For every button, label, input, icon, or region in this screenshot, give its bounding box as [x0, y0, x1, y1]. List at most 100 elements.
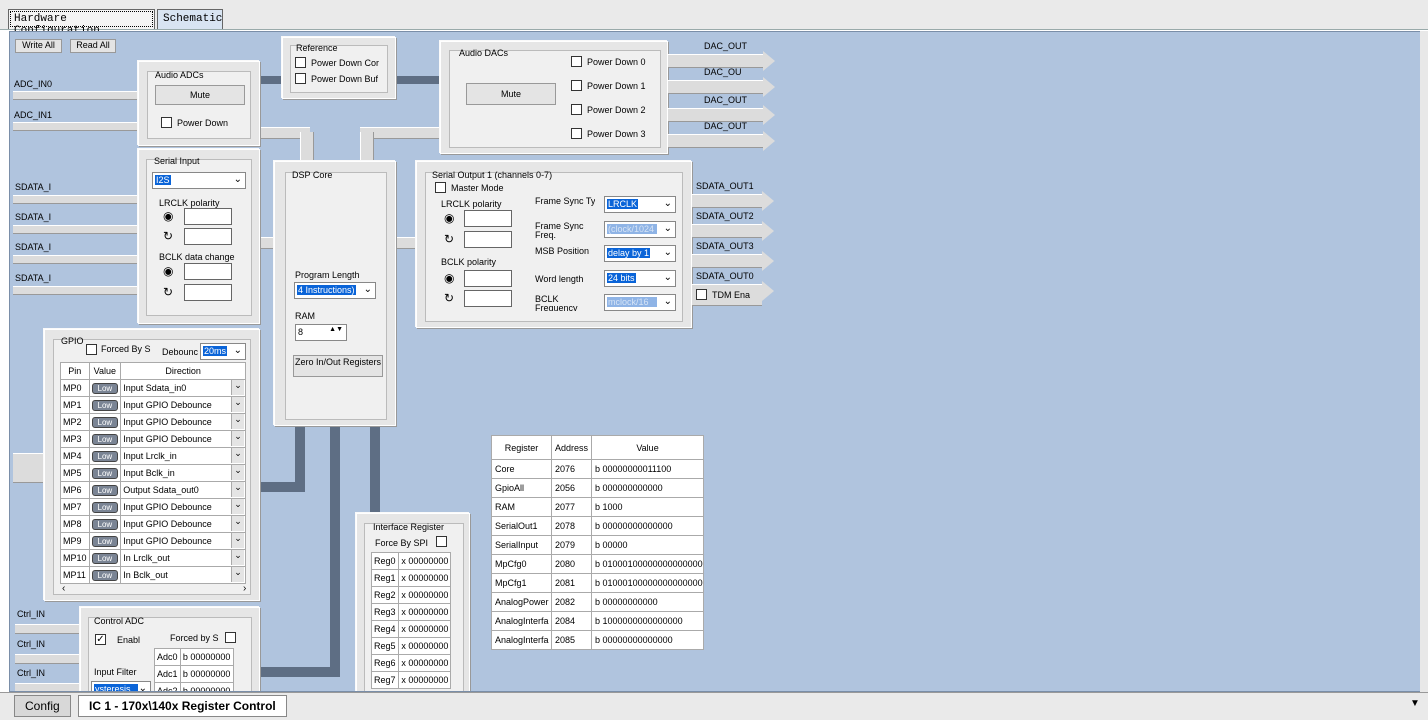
register-value[interactable]: b 000000000000 [591, 478, 705, 498]
ram-mode-spinner[interactable]: 8 ▲▼ [295, 324, 347, 341]
interface-register-value[interactable]: x 00000000 [398, 620, 451, 638]
gpio-direction-select[interactable]: Input GPIO Debounce ⌄ [120, 413, 246, 431]
adc-mute-button[interactable]: Mute [155, 85, 245, 105]
vertical-scrollbar[interactable] [1420, 31, 1428, 692]
gpio-value-button[interactable]: Low [91, 416, 119, 428]
gpio-direction-select[interactable]: Input GPIO Debounce ⌄ [120, 498, 246, 516]
dac-power-down-2-checkbox[interactable] [571, 104, 582, 115]
serial-input-format-select[interactable]: I2S ⌄ [152, 172, 246, 189]
register-value[interactable]: b 00000000000 [591, 592, 705, 612]
gpio-value-button[interactable]: Low [91, 552, 119, 564]
gpio-direction-select[interactable]: Input Lrclk_in ⌄ [120, 447, 246, 465]
lrclk-rising-radio[interactable]: ◉ [163, 210, 173, 222]
interface-register-value[interactable]: x 00000000 [398, 586, 451, 604]
gpio-value-button[interactable]: Low [91, 501, 119, 513]
control-adc-panel: Control ADC ✓ Enabl Forced by S Input Fi… [80, 607, 260, 692]
interface-register-value[interactable]: x 00000000 [398, 654, 451, 672]
serial-input-title: Serial Input [154, 156, 200, 166]
frame-sync-freq-select: (clock/1024 ⌄ [604, 221, 676, 238]
gpio-direction-select[interactable]: Input Sdata_in0 ⌄ [120, 379, 246, 397]
so-bclk-falling-radio[interactable]: ↻ [444, 292, 454, 304]
so-lrclk-falling-radio[interactable]: ↻ [444, 233, 454, 245]
gpio-direction-select[interactable]: Input GPIO Debounce ⌄ [120, 515, 246, 533]
control-adc-enable-checkbox[interactable]: ✓ [95, 634, 106, 645]
word-length-select[interactable]: 24 bits ⌄ [604, 270, 676, 287]
tab-list-dropdown-icon[interactable]: ▼ [1410, 698, 1420, 709]
register-row: MpCfg1 2081 b 01000100000000000000 [491, 573, 705, 593]
interface-register-value[interactable]: x 00000000 [398, 603, 451, 621]
gpio-direction-select[interactable]: Input GPIO Debounce ⌄ [120, 430, 246, 448]
register-value[interactable]: b 00000000000000 [591, 516, 705, 536]
zero-io-registers-button[interactable]: Zero In/Out Registers [293, 355, 383, 377]
tab-register-control[interactable]: IC 1 - 170x\140x Register Control [78, 695, 287, 717]
gpio-direction-select[interactable]: Input GPIO Debounce ⌄ [120, 396, 246, 414]
adc-power-down-checkbox[interactable] [161, 117, 172, 128]
gpio-value-button[interactable]: Low [91, 535, 119, 547]
dac-power-down-0-checkbox[interactable] [571, 56, 582, 67]
program-length-label: Program Length [295, 270, 360, 280]
gpio-direction-select[interactable]: Output Sdata_out0 ⌄ [120, 481, 246, 499]
control-adc-forced-checkbox[interactable] [225, 632, 236, 643]
register-value[interactable]: b 00000 [591, 535, 705, 555]
tdm-enable-checkbox[interactable] [696, 289, 707, 300]
gpio-value-button[interactable]: Low [91, 450, 119, 462]
scroll-right-icon[interactable]: › [243, 583, 246, 594]
gpio-value-button[interactable]: Low [91, 433, 119, 445]
register-value[interactable]: b 00000000011100 [591, 459, 705, 479]
gpio-value-button[interactable]: Low [91, 518, 119, 530]
chevron-down-icon: ⌄ [231, 550, 244, 565]
force-by-spi-checkbox[interactable] [436, 536, 447, 547]
so-lrclk-rising-radio[interactable]: ◉ [444, 212, 454, 224]
chevron-down-icon: ⌄ [138, 683, 147, 692]
bclk-waveform-inverted-icon [184, 284, 232, 301]
gpio-direction-select[interactable]: Input Bclk_in ⌄ [120, 464, 246, 482]
reference-title: Reference [296, 43, 338, 53]
interface-register-value[interactable]: x 00000000 [398, 637, 451, 655]
dac-power-down-1-checkbox[interactable] [571, 80, 582, 91]
interface-register-value[interactable]: x 00000000 [398, 569, 451, 587]
scroll-left-icon[interactable]: ‹ [62, 583, 65, 594]
tab-hardware-configuration[interactable]: Hardware Configuration [8, 9, 155, 37]
interface-register-value[interactable]: x 00000000 [398, 671, 451, 689]
gpio-value-button[interactable]: Low [91, 382, 119, 394]
read-all-button[interactable]: Read All [70, 39, 116, 53]
tab-schematic[interactable]: Schematic [157, 9, 223, 29]
program-length-select[interactable]: 4 Instructions) ⌄ [294, 282, 376, 299]
debounce-select[interactable]: 20ms ⌄ [200, 343, 246, 360]
adc-register-value[interactable]: b 00000000 [179, 682, 235, 691]
adc-register-value[interactable]: b 00000000 [179, 648, 235, 666]
register-value[interactable]: b 01000100000000000000 [591, 554, 705, 574]
dac-power-down-3-checkbox[interactable] [571, 128, 582, 139]
lrclk-falling-radio[interactable]: ↻ [163, 230, 173, 242]
power-down-core-checkbox[interactable] [295, 57, 306, 68]
gpio-value-button[interactable]: Low [91, 467, 119, 479]
so-bclk-rising-radio[interactable]: ◉ [444, 272, 454, 284]
register-value[interactable]: b 01000100000000000000 [591, 573, 705, 593]
write-all-button[interactable]: Write All [15, 39, 62, 53]
register-value[interactable]: b 00000000000000 [591, 630, 705, 650]
gpio-direction-select[interactable]: In Lrclk_out ⌄ [120, 549, 246, 567]
bclk-falling-radio[interactable]: ↻ [163, 286, 173, 298]
frame-sync-type-select[interactable]: LRCLK ⌄ [604, 196, 676, 213]
gpio-direction-select[interactable]: In Bclk_out ⌄ [120, 566, 246, 584]
gpio-value-button[interactable]: Low [91, 569, 119, 581]
gpio-forced-checkbox[interactable] [86, 344, 97, 355]
msb-position-select[interactable]: delay by 1 ⌄ [604, 245, 676, 262]
adc-register-value[interactable]: b 00000000 [179, 665, 235, 683]
master-mode-checkbox[interactable] [435, 182, 446, 193]
gpio-value-button[interactable]: Low [91, 484, 119, 496]
register-value[interactable]: b 1000000000000000 [591, 611, 705, 631]
sdata-out-label: SDATA_OUT0 [696, 271, 754, 281]
gpio-value-cell: Low [88, 396, 122, 414]
dac-mute-button[interactable]: Mute [466, 83, 556, 105]
register-value[interactable]: b 1000 [591, 497, 705, 517]
input-filter-select[interactable]: ysteresis ⌄ [91, 681, 151, 692]
tab-config[interactable]: Config [14, 695, 71, 717]
interface-register-value[interactable]: x 00000000 [398, 552, 451, 570]
gpio-direction-select[interactable]: Input GPIO Debounce ⌄ [120, 532, 246, 550]
gpio-value-button[interactable]: Low [91, 399, 119, 411]
power-down-buffer-checkbox[interactable] [295, 73, 306, 84]
interface-register-name: Reg2 [370, 586, 400, 604]
gpio-value-cell: Low [88, 430, 122, 448]
bclk-rising-radio[interactable]: ◉ [163, 265, 173, 277]
